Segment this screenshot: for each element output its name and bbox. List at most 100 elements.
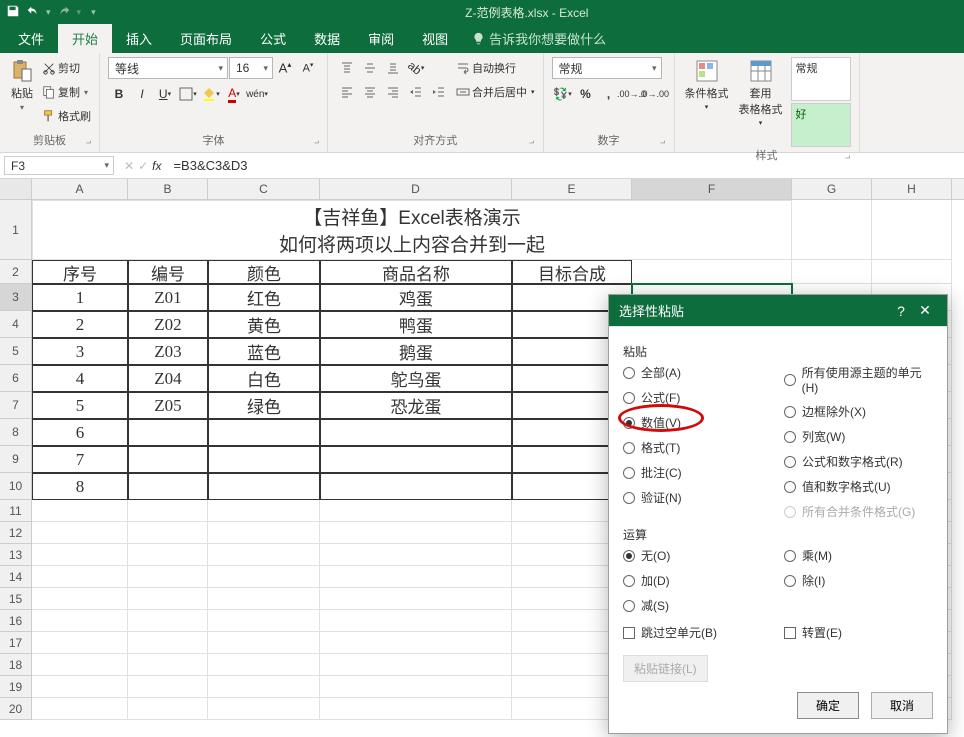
- cell-A16[interactable]: [32, 610, 128, 632]
- radio-div[interactable]: 除(I): [784, 572, 933, 589]
- cell-A18[interactable]: [32, 654, 128, 676]
- fx-icon[interactable]: fx: [152, 159, 161, 173]
- col-header-E[interactable]: E: [512, 179, 632, 199]
- row-header-20[interactable]: 20: [0, 698, 32, 720]
- number-format-combo[interactable]: 常规: [552, 57, 662, 79]
- cell-D5[interactable]: 鹅蛋: [320, 338, 512, 365]
- copy-button[interactable]: 复制▾: [42, 81, 91, 103]
- cell-A20[interactable]: [32, 698, 128, 720]
- cell-C11[interactable]: [208, 500, 320, 522]
- row-header-3[interactable]: 3: [0, 284, 32, 311]
- row-header-16[interactable]: 16: [0, 610, 32, 632]
- font-name-combo[interactable]: 等线: [108, 57, 228, 79]
- radio-none[interactable]: 无(O): [623, 547, 772, 564]
- tab-layout[interactable]: 页面布局: [166, 24, 246, 53]
- col-header-B[interactable]: B: [128, 179, 208, 199]
- border-button[interactable]: ▾: [177, 83, 199, 105]
- cell-D11[interactable]: [320, 500, 512, 522]
- dialog-help-icon[interactable]: ?: [889, 303, 913, 319]
- tab-insert[interactable]: 插入: [112, 24, 166, 53]
- font-size-combo[interactable]: 16: [229, 57, 273, 79]
- cell-D17[interactable]: [320, 632, 512, 654]
- redo-icon[interactable]: [57, 4, 71, 21]
- cell-D8[interactable]: [320, 419, 512, 446]
- cell-B9[interactable]: [128, 446, 208, 473]
- save-icon[interactable]: [6, 4, 20, 21]
- cell-C13[interactable]: [208, 544, 320, 566]
- row-header-11[interactable]: 11: [0, 500, 32, 522]
- cell-D14[interactable]: [320, 566, 512, 588]
- align-middle-icon[interactable]: [359, 57, 381, 79]
- cell-B4[interactable]: Z02: [128, 311, 208, 338]
- row-header-8[interactable]: 8: [0, 419, 32, 446]
- row-header-14[interactable]: 14: [0, 566, 32, 588]
- cell-C14[interactable]: [208, 566, 320, 588]
- cell-B14[interactable]: [128, 566, 208, 588]
- format-table-button[interactable]: 套用 表格格式▾: [737, 57, 785, 129]
- tab-view[interactable]: 视图: [408, 24, 462, 53]
- cell-D9[interactable]: [320, 446, 512, 473]
- font-color-button[interactable]: A▾: [223, 83, 245, 105]
- radio-formats[interactable]: 格式(T): [623, 439, 772, 456]
- cell-B5[interactable]: Z03: [128, 338, 208, 365]
- cell-B17[interactable]: [128, 632, 208, 654]
- cell-D20[interactable]: [320, 698, 512, 720]
- cell-C12[interactable]: [208, 522, 320, 544]
- percent-icon[interactable]: %: [575, 83, 597, 105]
- cell-C10[interactable]: [208, 473, 320, 500]
- merge-center-button[interactable]: 合并后居中▾: [456, 81, 535, 103]
- row-header-2[interactable]: 2: [0, 260, 32, 284]
- orientation-icon[interactable]: ab▾: [405, 57, 427, 79]
- row-header-18[interactable]: 18: [0, 654, 32, 676]
- cell-B20[interactable]: [128, 698, 208, 720]
- radio-validation[interactable]: 验证(N): [623, 489, 772, 506]
- cell-D3[interactable]: 鸡蛋: [320, 284, 512, 311]
- row-header-15[interactable]: 15: [0, 588, 32, 610]
- cell-B16[interactable]: [128, 610, 208, 632]
- tab-formulas[interactable]: 公式: [246, 24, 300, 53]
- check-skip-blanks[interactable]: 跳过空单元(B): [623, 624, 772, 641]
- cell-C9[interactable]: [208, 446, 320, 473]
- cell-C6[interactable]: 白色: [208, 365, 320, 392]
- tab-data[interactable]: 数据: [300, 24, 354, 53]
- decrease-decimal-icon[interactable]: .0→.00: [644, 83, 666, 105]
- cell-B6[interactable]: Z04: [128, 365, 208, 392]
- format-painter-button[interactable]: 格式刷: [42, 105, 91, 127]
- cell-C18[interactable]: [208, 654, 320, 676]
- cell-C5[interactable]: 蓝色: [208, 338, 320, 365]
- radio-formula-num[interactable]: 公式和数字格式(R): [784, 453, 933, 470]
- cancel-button[interactable]: 取消: [871, 692, 933, 719]
- align-right-icon[interactable]: [382, 81, 404, 103]
- row-header-12[interactable]: 12: [0, 522, 32, 544]
- row-header-19[interactable]: 19: [0, 676, 32, 698]
- cell-B3[interactable]: Z01: [128, 284, 208, 311]
- cell-A3[interactable]: 1: [32, 284, 128, 311]
- style-good[interactable]: 好: [791, 103, 851, 147]
- align-left-icon[interactable]: [336, 81, 358, 103]
- col-header-D[interactable]: D: [320, 179, 512, 199]
- col-header-C[interactable]: C: [208, 179, 320, 199]
- radio-mul[interactable]: 乘(M): [784, 547, 933, 564]
- cell-A17[interactable]: [32, 632, 128, 654]
- undo-dropdown[interactable]: ▾: [46, 7, 51, 18]
- cell-C20[interactable]: [208, 698, 320, 720]
- undo-icon[interactable]: [26, 4, 40, 21]
- cut-button[interactable]: 剪切: [42, 57, 91, 79]
- row-header-10[interactable]: 10: [0, 473, 32, 500]
- row-header-4[interactable]: 4: [0, 311, 32, 338]
- cell-D13[interactable]: [320, 544, 512, 566]
- paste-button[interactable]: 粘贴 ▾: [8, 57, 36, 114]
- radio-value-num[interactable]: 值和数字格式(U): [784, 478, 933, 495]
- row-header-6[interactable]: 6: [0, 365, 32, 392]
- cell-C8[interactable]: [208, 419, 320, 446]
- cell-D15[interactable]: [320, 588, 512, 610]
- col-header-A[interactable]: A: [32, 179, 128, 199]
- radio-colwidth[interactable]: 列宽(W): [784, 428, 933, 445]
- cell-B7[interactable]: Z05: [128, 392, 208, 419]
- radio-all[interactable]: 全部(A): [623, 364, 772, 381]
- italic-button[interactable]: I: [131, 83, 153, 105]
- cell-B11[interactable]: [128, 500, 208, 522]
- cell-A13[interactable]: [32, 544, 128, 566]
- cell-A8[interactable]: 6: [32, 419, 128, 446]
- cell-B15[interactable]: [128, 588, 208, 610]
